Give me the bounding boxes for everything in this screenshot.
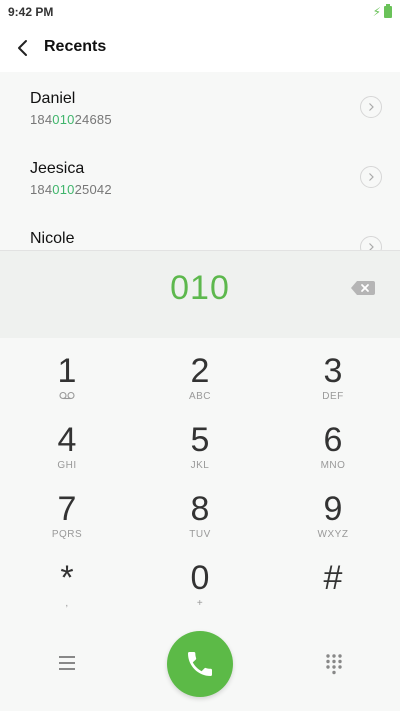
contact-name: Jeesica xyxy=(30,160,85,177)
key-letters: JKL xyxy=(190,460,210,471)
contact-name: Nicole xyxy=(30,230,75,247)
chevron-right-icon xyxy=(369,173,374,181)
key-letters: DEF xyxy=(322,391,344,402)
page-title: Recents xyxy=(44,38,107,55)
key-2[interactable]: 2 ABC xyxy=(140,338,260,404)
key-0[interactable]: 0 + xyxy=(140,545,260,611)
battery-icon xyxy=(384,4,392,18)
chevron-right-icon xyxy=(369,243,374,250)
key-letters: TUV xyxy=(189,529,211,540)
key-4[interactable]: 4 GHI xyxy=(7,407,127,473)
keypad-toggle-button[interactable] xyxy=(322,652,346,676)
contact-detail-button[interactable] xyxy=(360,166,382,188)
key-digit: 1 xyxy=(57,352,77,390)
key-9[interactable]: 9 WXYZ xyxy=(273,476,393,542)
key-letters: + xyxy=(196,598,204,609)
status-bar: 9:42 PM ⚡ xyxy=(0,0,400,24)
key-digit: 3 xyxy=(323,352,343,390)
key-digit: 6 xyxy=(323,421,343,459)
key-star[interactable]: * , xyxy=(7,545,127,611)
key-digit: 0 xyxy=(190,559,210,597)
key-letters: GHI xyxy=(57,460,77,471)
list-item[interactable]: Daniel 18401024685 xyxy=(0,72,400,142)
contact-detail-button[interactable] xyxy=(360,236,382,250)
number-match: 010 xyxy=(52,112,75,127)
voicemail-icon xyxy=(59,391,75,400)
key-sub xyxy=(7,391,127,403)
contact-detail-button[interactable] xyxy=(360,96,382,118)
key-5[interactable]: 5 JKL xyxy=(140,407,260,473)
key-letters: PQRS xyxy=(51,529,83,540)
backspace-button[interactable] xyxy=(350,279,376,297)
back-button[interactable] xyxy=(10,34,38,62)
call-button[interactable] xyxy=(167,631,233,697)
header: Recents xyxy=(0,24,400,72)
keypad: 1 2 ABC 3 DEF 4 GHI 5 JKL 6 MNO 7 PQRS 8… xyxy=(0,338,400,628)
key-letters: ABC xyxy=(188,391,212,402)
key-letters: , xyxy=(65,598,69,609)
key-3[interactable]: 3 DEF xyxy=(273,338,393,404)
key-6[interactable]: 6 MNO xyxy=(273,407,393,473)
contact-number: 18401024685 xyxy=(30,112,112,127)
key-1[interactable]: 1 xyxy=(7,338,127,404)
key-digit: # xyxy=(323,559,343,597)
key-digit: 7 xyxy=(57,490,77,528)
status-time: 9:42 PM xyxy=(8,5,54,19)
key-letters: MNO xyxy=(320,460,346,471)
contact-name: Daniel xyxy=(30,90,76,107)
charging-icon: ⚡ xyxy=(372,5,381,19)
backspace-icon xyxy=(351,281,375,295)
list-item[interactable]: Nicole xyxy=(0,212,400,250)
key-digit: 5 xyxy=(190,421,210,459)
contact-number: 18401025042 xyxy=(30,182,112,197)
key-letters: WXYZ xyxy=(317,529,349,540)
key-digit: 2 xyxy=(190,352,210,390)
key-hash[interactable]: # xyxy=(273,545,393,611)
key-digit: 8 xyxy=(190,490,210,528)
chevron-left-icon xyxy=(18,40,27,56)
key-digit: 4 xyxy=(57,421,77,459)
menu-icon xyxy=(59,656,75,670)
key-7[interactable]: 7 PQRS xyxy=(7,476,127,542)
chevron-right-icon xyxy=(369,103,374,111)
phone-icon xyxy=(188,652,212,676)
list-item[interactable]: Jeesica 18401025042 xyxy=(0,142,400,212)
number-match: 010 xyxy=(52,182,75,197)
key-digit: 9 xyxy=(323,490,343,528)
key-letters xyxy=(273,598,393,610)
key-8[interactable]: 8 TUV xyxy=(140,476,260,542)
dialpad-icon xyxy=(326,654,342,675)
bottom-bar xyxy=(0,628,400,711)
recents-list[interactable]: Daniel 18401024685 Jeesica 18401025042 N… xyxy=(0,72,400,250)
dial-display: 010 xyxy=(0,250,400,339)
key-digit: * xyxy=(60,559,74,597)
menu-button[interactable] xyxy=(56,652,78,674)
dialed-number: 010 xyxy=(170,269,230,307)
status-icons: ⚡ xyxy=(373,4,392,20)
